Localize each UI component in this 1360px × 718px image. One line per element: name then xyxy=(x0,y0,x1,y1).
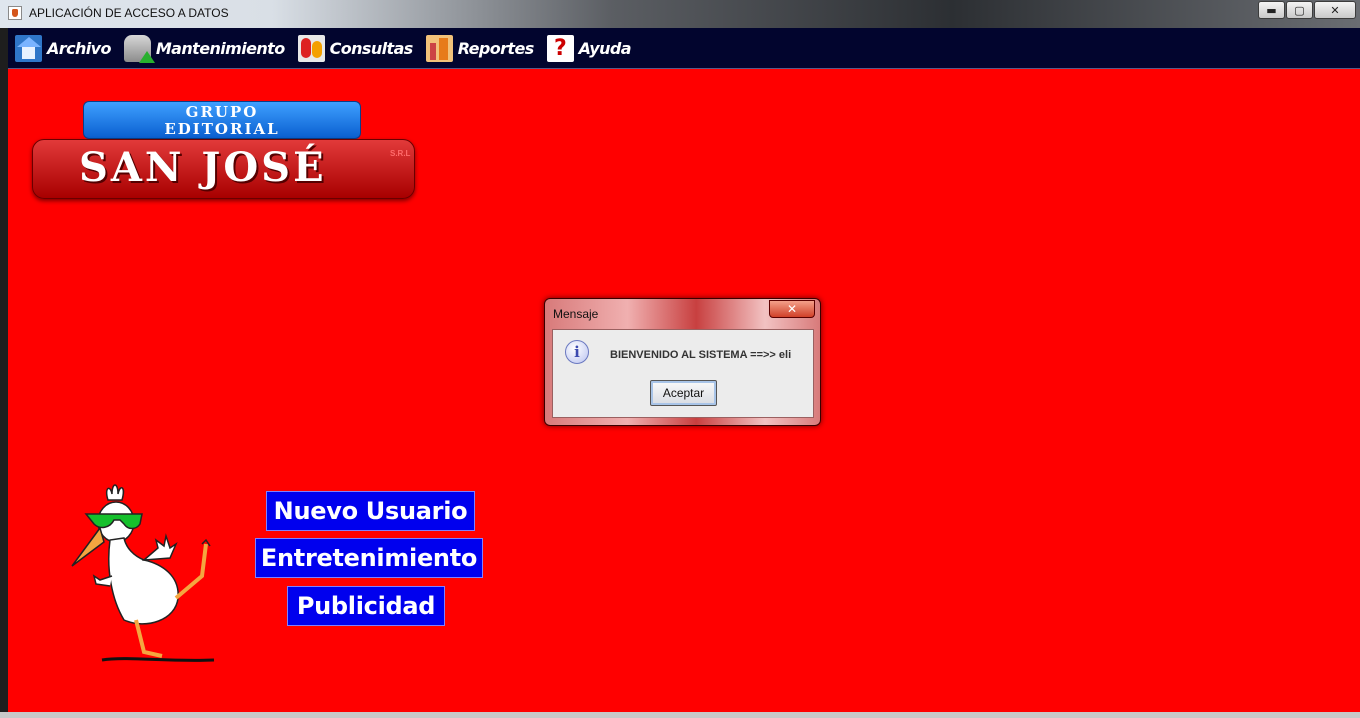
menu-archivo[interactable]: Archivo xyxy=(15,34,111,62)
menu-consultas[interactable]: Consultas xyxy=(297,34,414,62)
logo-group-editorial: GRUPO EDITORIAL xyxy=(83,101,361,139)
menu-bar: Archivo Mantenimiento Consultas Reportes… xyxy=(8,28,1360,69)
logo-line-editorial: EDITORIAL xyxy=(164,120,280,138)
menu-consultas-label: Consultas xyxy=(329,38,414,58)
ok-button[interactable]: Aceptar xyxy=(650,380,717,406)
maximize-button[interactable]: ▢ xyxy=(1286,1,1313,19)
window-controls: ▬ ▢ ✕ xyxy=(1258,1,1356,19)
database-upload-icon xyxy=(123,34,155,63)
logo-line-grupo: GRUPO xyxy=(185,103,259,121)
advertising-button[interactable]: Publicidad xyxy=(287,586,445,626)
dialog-body: i BIENVENIDO AL SISTEMA ==>> eli Aceptar xyxy=(552,329,814,418)
menu-mantenimiento-label: Mantenimiento xyxy=(155,38,285,58)
menu-ayuda-label: Ayuda xyxy=(578,38,632,58)
home-icon xyxy=(15,34,42,62)
help-icon: ? xyxy=(546,34,574,62)
menu-reportes[interactable]: Reportes xyxy=(425,34,535,62)
window-bottom-edge xyxy=(0,712,1360,718)
entertainment-button[interactable]: Entretenimiento xyxy=(255,538,483,578)
menu-archivo-label: Archivo xyxy=(47,38,111,58)
dialog-message: BIENVENIDO AL SISTEMA ==>> eli xyxy=(610,349,792,361)
info-icon: i xyxy=(565,340,589,364)
people-icon xyxy=(297,34,325,62)
window-title: APLICACIÓN DE ACCESO A DATOS xyxy=(29,6,229,20)
close-window-button[interactable]: ✕ xyxy=(1314,1,1356,19)
dialog-close-button[interactable]: ✕ xyxy=(769,300,815,318)
menu-ayuda[interactable]: ? Ayuda xyxy=(546,34,632,62)
logo-name: SAN JOSÉ xyxy=(79,144,327,191)
report-building-icon xyxy=(425,34,453,62)
new-user-button[interactable]: Nuevo Usuario xyxy=(266,491,475,531)
window-title-bar[interactable]: APLICACIÓN DE ACCESO A DATOS ▬ ▢ ✕ xyxy=(0,0,1360,28)
logo-san-jose: SAN JOSÉ S.R.L xyxy=(32,139,415,199)
menu-reportes-label: Reportes xyxy=(457,38,535,58)
menu-mantenimiento[interactable]: Mantenimiento xyxy=(123,34,285,63)
dialog-title: Mensaje xyxy=(553,307,599,321)
rooster-mascot-image xyxy=(71,484,215,662)
java-app-icon xyxy=(8,6,22,20)
logo-suffix: S.R.L xyxy=(390,149,411,158)
message-dialog: Mensaje ✕ i BIENVENIDO AL SISTEMA ==>> e… xyxy=(544,298,821,426)
minimize-button[interactable]: ▬ xyxy=(1258,1,1285,19)
